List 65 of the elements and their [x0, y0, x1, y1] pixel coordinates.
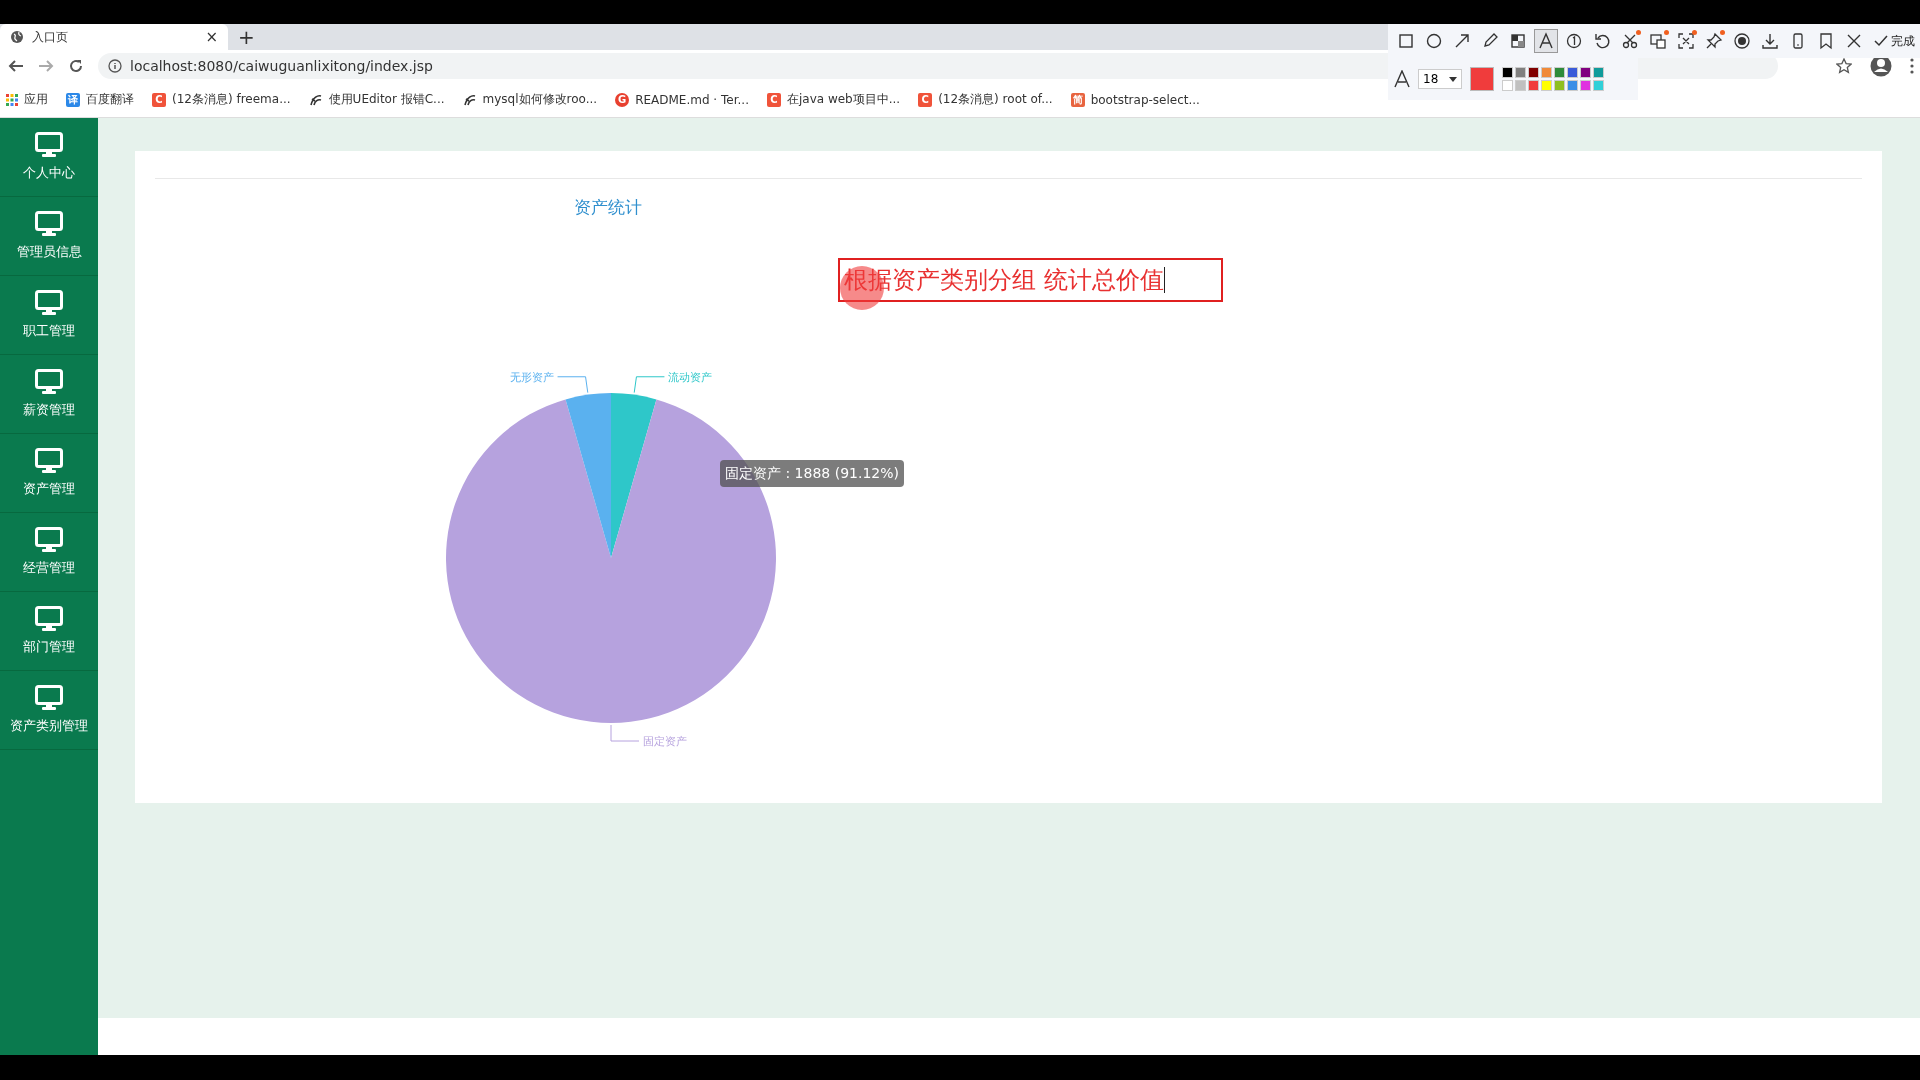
current-color-swatch[interactable] [1470, 67, 1494, 91]
site-icon: C [918, 92, 933, 107]
color-swatch[interactable] [1502, 80, 1513, 91]
monitor-icon [35, 211, 63, 237]
color-swatch[interactable] [1580, 67, 1591, 78]
reload-icon[interactable] [68, 58, 84, 74]
site-icon: 译 [66, 92, 80, 107]
slice-label: 流动资产 [668, 370, 713, 384]
chart-title: 资产统计 [574, 197, 642, 217]
monitor-icon [35, 369, 63, 395]
bookmark-link[interactable]: bootstrap-select... [1090, 92, 1200, 107]
tab-close-button[interactable]: × [205, 28, 218, 46]
globe-icon [10, 30, 24, 44]
color-swatch[interactable] [1567, 67, 1578, 78]
monitor-icon [35, 290, 63, 316]
site-icon: C [766, 92, 781, 107]
chart-tooltip: 固定资产 : 1888 (91.12%) [720, 460, 904, 487]
font-size-dropdown[interactable]: 18 [1418, 69, 1462, 89]
color-swatch[interactable] [1515, 67, 1526, 78]
monitor-icon [35, 132, 63, 158]
monitor-icon [35, 527, 63, 553]
font-icon [1394, 70, 1410, 88]
color-swatch[interactable] [1554, 80, 1565, 91]
site-icon: G [615, 92, 630, 107]
new-tab-button[interactable]: + [238, 25, 255, 49]
leader-line [610, 724, 640, 742]
color-swatch[interactable] [1541, 80, 1552, 91]
swirl-icon [308, 92, 323, 107]
info-icon[interactable] [108, 59, 122, 73]
done-button[interactable]: 完成 [1874, 32, 1915, 50]
color-swatch[interactable] [1541, 67, 1552, 78]
bookmark-link[interactable]: README.md · Ter... [635, 92, 749, 107]
bookmark-link[interactable]: 使用UEditor 报错C... [328, 91, 445, 108]
color-swatch[interactable] [1528, 80, 1539, 91]
monitor-icon [35, 448, 63, 474]
leader-line [557, 376, 589, 394]
color-swatch[interactable] [1593, 80, 1604, 91]
color-swatch[interactable] [1580, 80, 1591, 91]
bookmark-link[interactable]: 应用 [24, 91, 48, 108]
color-swatch[interactable] [1567, 80, 1578, 91]
slice-label: 固定资产 [643, 735, 687, 748]
leader-line [633, 376, 665, 394]
color-swatch[interactable] [1515, 80, 1526, 91]
browser-tab[interactable]: 入口页 × [0, 24, 228, 50]
color-swatch[interactable] [1593, 67, 1604, 78]
star-icon[interactable] [1836, 58, 1852, 74]
slice-label: 无形资产 [509, 370, 554, 384]
bookmark-link[interactable]: (12条消息) root of... [938, 91, 1053, 108]
color-swatch[interactable] [1502, 67, 1513, 78]
site-icon: C [152, 92, 166, 107]
color-swatch[interactable] [1528, 67, 1539, 78]
monitor-icon [35, 606, 63, 632]
swirl-icon [462, 92, 477, 107]
bookmark-link[interactable]: mysql如何修改roo... [482, 91, 598, 108]
site-icon: 简 [1070, 92, 1085, 107]
bookmark-link[interactable]: (12条消息) freema... [172, 91, 291, 108]
bookmark-link[interactable]: 在java web项目中... [786, 91, 901, 108]
text-tool-icon[interactable] [1534, 29, 1558, 53]
menu-icon[interactable] [1910, 58, 1914, 74]
check-icon [1874, 34, 1888, 48]
bookmark-link[interactable]: 百度翻译 [86, 91, 134, 108]
monitor-icon [35, 685, 63, 711]
color-swatch[interactable] [1554, 67, 1565, 78]
apps-grid-icon [6, 93, 18, 106]
back-icon[interactable] [8, 58, 24, 74]
